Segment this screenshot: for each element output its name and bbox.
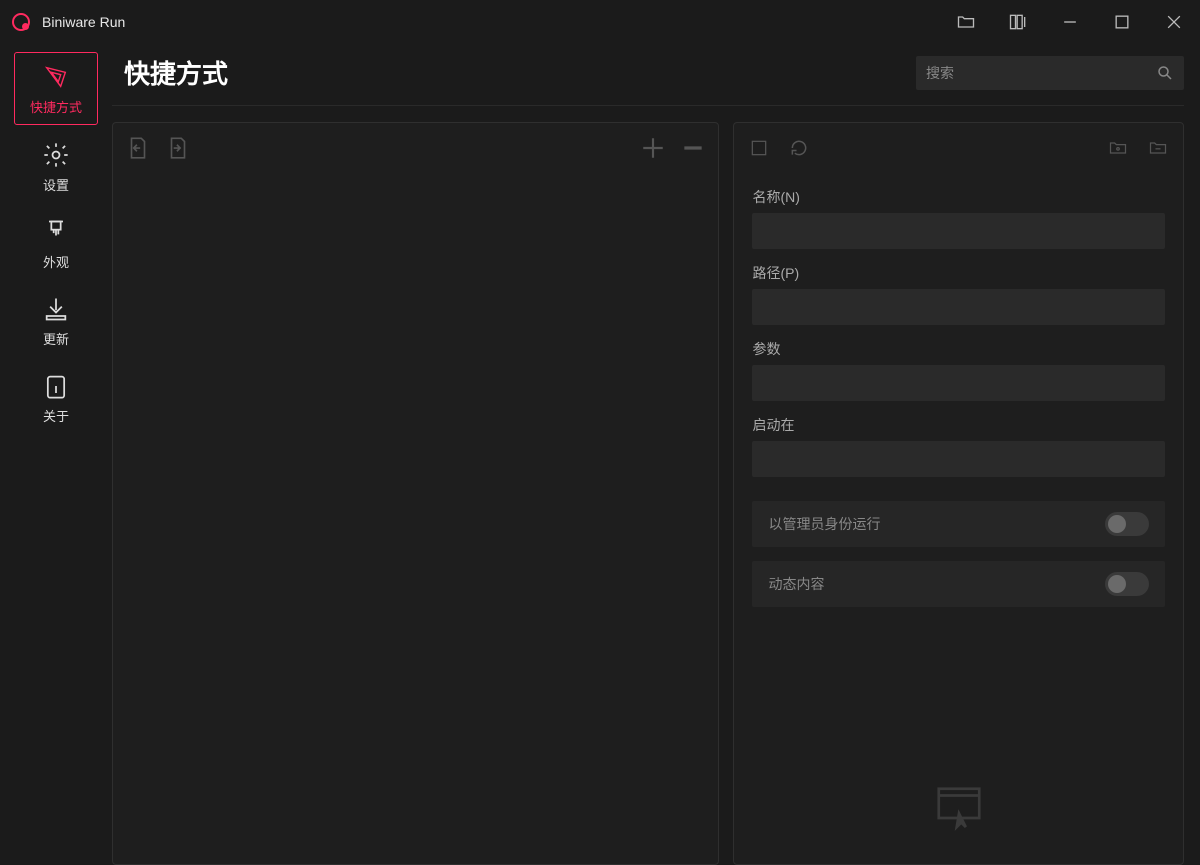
- path-input[interactable]: [752, 289, 1165, 325]
- export-button[interactable]: [161, 131, 195, 165]
- sidebar-item-label: 设置: [43, 175, 69, 194]
- search-input[interactable]: [926, 65, 1156, 81]
- sidebar-item-update[interactable]: 更新: [14, 285, 98, 356]
- startin-label: 启动在: [752, 415, 1165, 435]
- startin-input[interactable]: [752, 441, 1165, 477]
- brush-icon: [42, 218, 70, 246]
- page-title: 快捷方式: [124, 54, 228, 91]
- browse-path-button[interactable]: [1101, 131, 1135, 165]
- browse-startin-button[interactable]: [1141, 131, 1175, 165]
- app-logo-icon: [12, 13, 30, 31]
- sidebar-item-settings[interactable]: 设置: [14, 131, 98, 202]
- search-icon: [1156, 64, 1174, 82]
- titlebar: Biniware Run: [0, 0, 1200, 44]
- args-input[interactable]: [752, 365, 1165, 401]
- download-icon: [42, 295, 70, 323]
- sidebar-item-about[interactable]: 关于: [14, 362, 98, 433]
- info-icon: [42, 372, 70, 400]
- open-folder-button[interactable]: [940, 0, 992, 44]
- shortcut-detail-panel: 名称(N) 路径(P) 参数 启动在 以管理员身份运行 动态内容: [733, 122, 1184, 865]
- detail-form: 名称(N) 路径(P) 参数 启动在 以管理员身份运行 动态内容: [734, 173, 1183, 864]
- maximize-button[interactable]: [1096, 0, 1148, 44]
- sidebar-item-shortcuts[interactable]: 快捷方式: [14, 52, 98, 125]
- list-toolbar: [113, 123, 718, 173]
- refresh-button[interactable]: [782, 131, 816, 165]
- add-button[interactable]: [636, 131, 670, 165]
- run-as-admin-toggle[interactable]: [1105, 512, 1149, 536]
- page-header: 快捷方式: [112, 44, 1184, 106]
- dynamic-content-label: 动态内容: [768, 574, 824, 594]
- name-label: 名称(N): [752, 187, 1165, 207]
- run-as-admin-row: 以管理员身份运行: [752, 501, 1165, 547]
- sidebar-item-label: 关于: [43, 406, 69, 425]
- remove-button[interactable]: [676, 131, 710, 165]
- name-input[interactable]: [752, 213, 1165, 249]
- shortcut-list-panel: [112, 122, 719, 865]
- sidebar-item-label: 快捷方式: [30, 97, 82, 116]
- drop-zone-hint: [752, 607, 1165, 846]
- library-button[interactable]: [992, 0, 1044, 44]
- run-as-admin-label: 以管理员身份运行: [768, 514, 880, 534]
- args-label: 参数: [752, 339, 1165, 359]
- gear-icon: [42, 141, 70, 169]
- sidebar-item-label: 更新: [43, 329, 69, 348]
- path-label: 路径(P): [752, 263, 1165, 283]
- search-box[interactable]: [916, 56, 1184, 90]
- shortcut-list: [113, 173, 718, 864]
- dynamic-content-toggle[interactable]: [1105, 572, 1149, 596]
- sidebar-item-label: 外观: [43, 252, 69, 271]
- dynamic-content-row: 动态内容: [752, 561, 1165, 607]
- sidebar-item-appearance[interactable]: 外观: [14, 208, 98, 279]
- shortcuts-icon: [42, 63, 70, 91]
- drop-window-icon: [932, 782, 986, 836]
- icon-placeholder-button[interactable]: [742, 131, 776, 165]
- sidebar: 快捷方式 设置 外观 更新 关于: [0, 44, 112, 865]
- close-button[interactable]: [1148, 0, 1200, 44]
- detail-toolbar: [734, 123, 1183, 173]
- minimize-button[interactable]: [1044, 0, 1096, 44]
- app-title: Biniware Run: [42, 14, 125, 30]
- content: 快捷方式: [112, 44, 1200, 865]
- import-button[interactable]: [121, 131, 155, 165]
